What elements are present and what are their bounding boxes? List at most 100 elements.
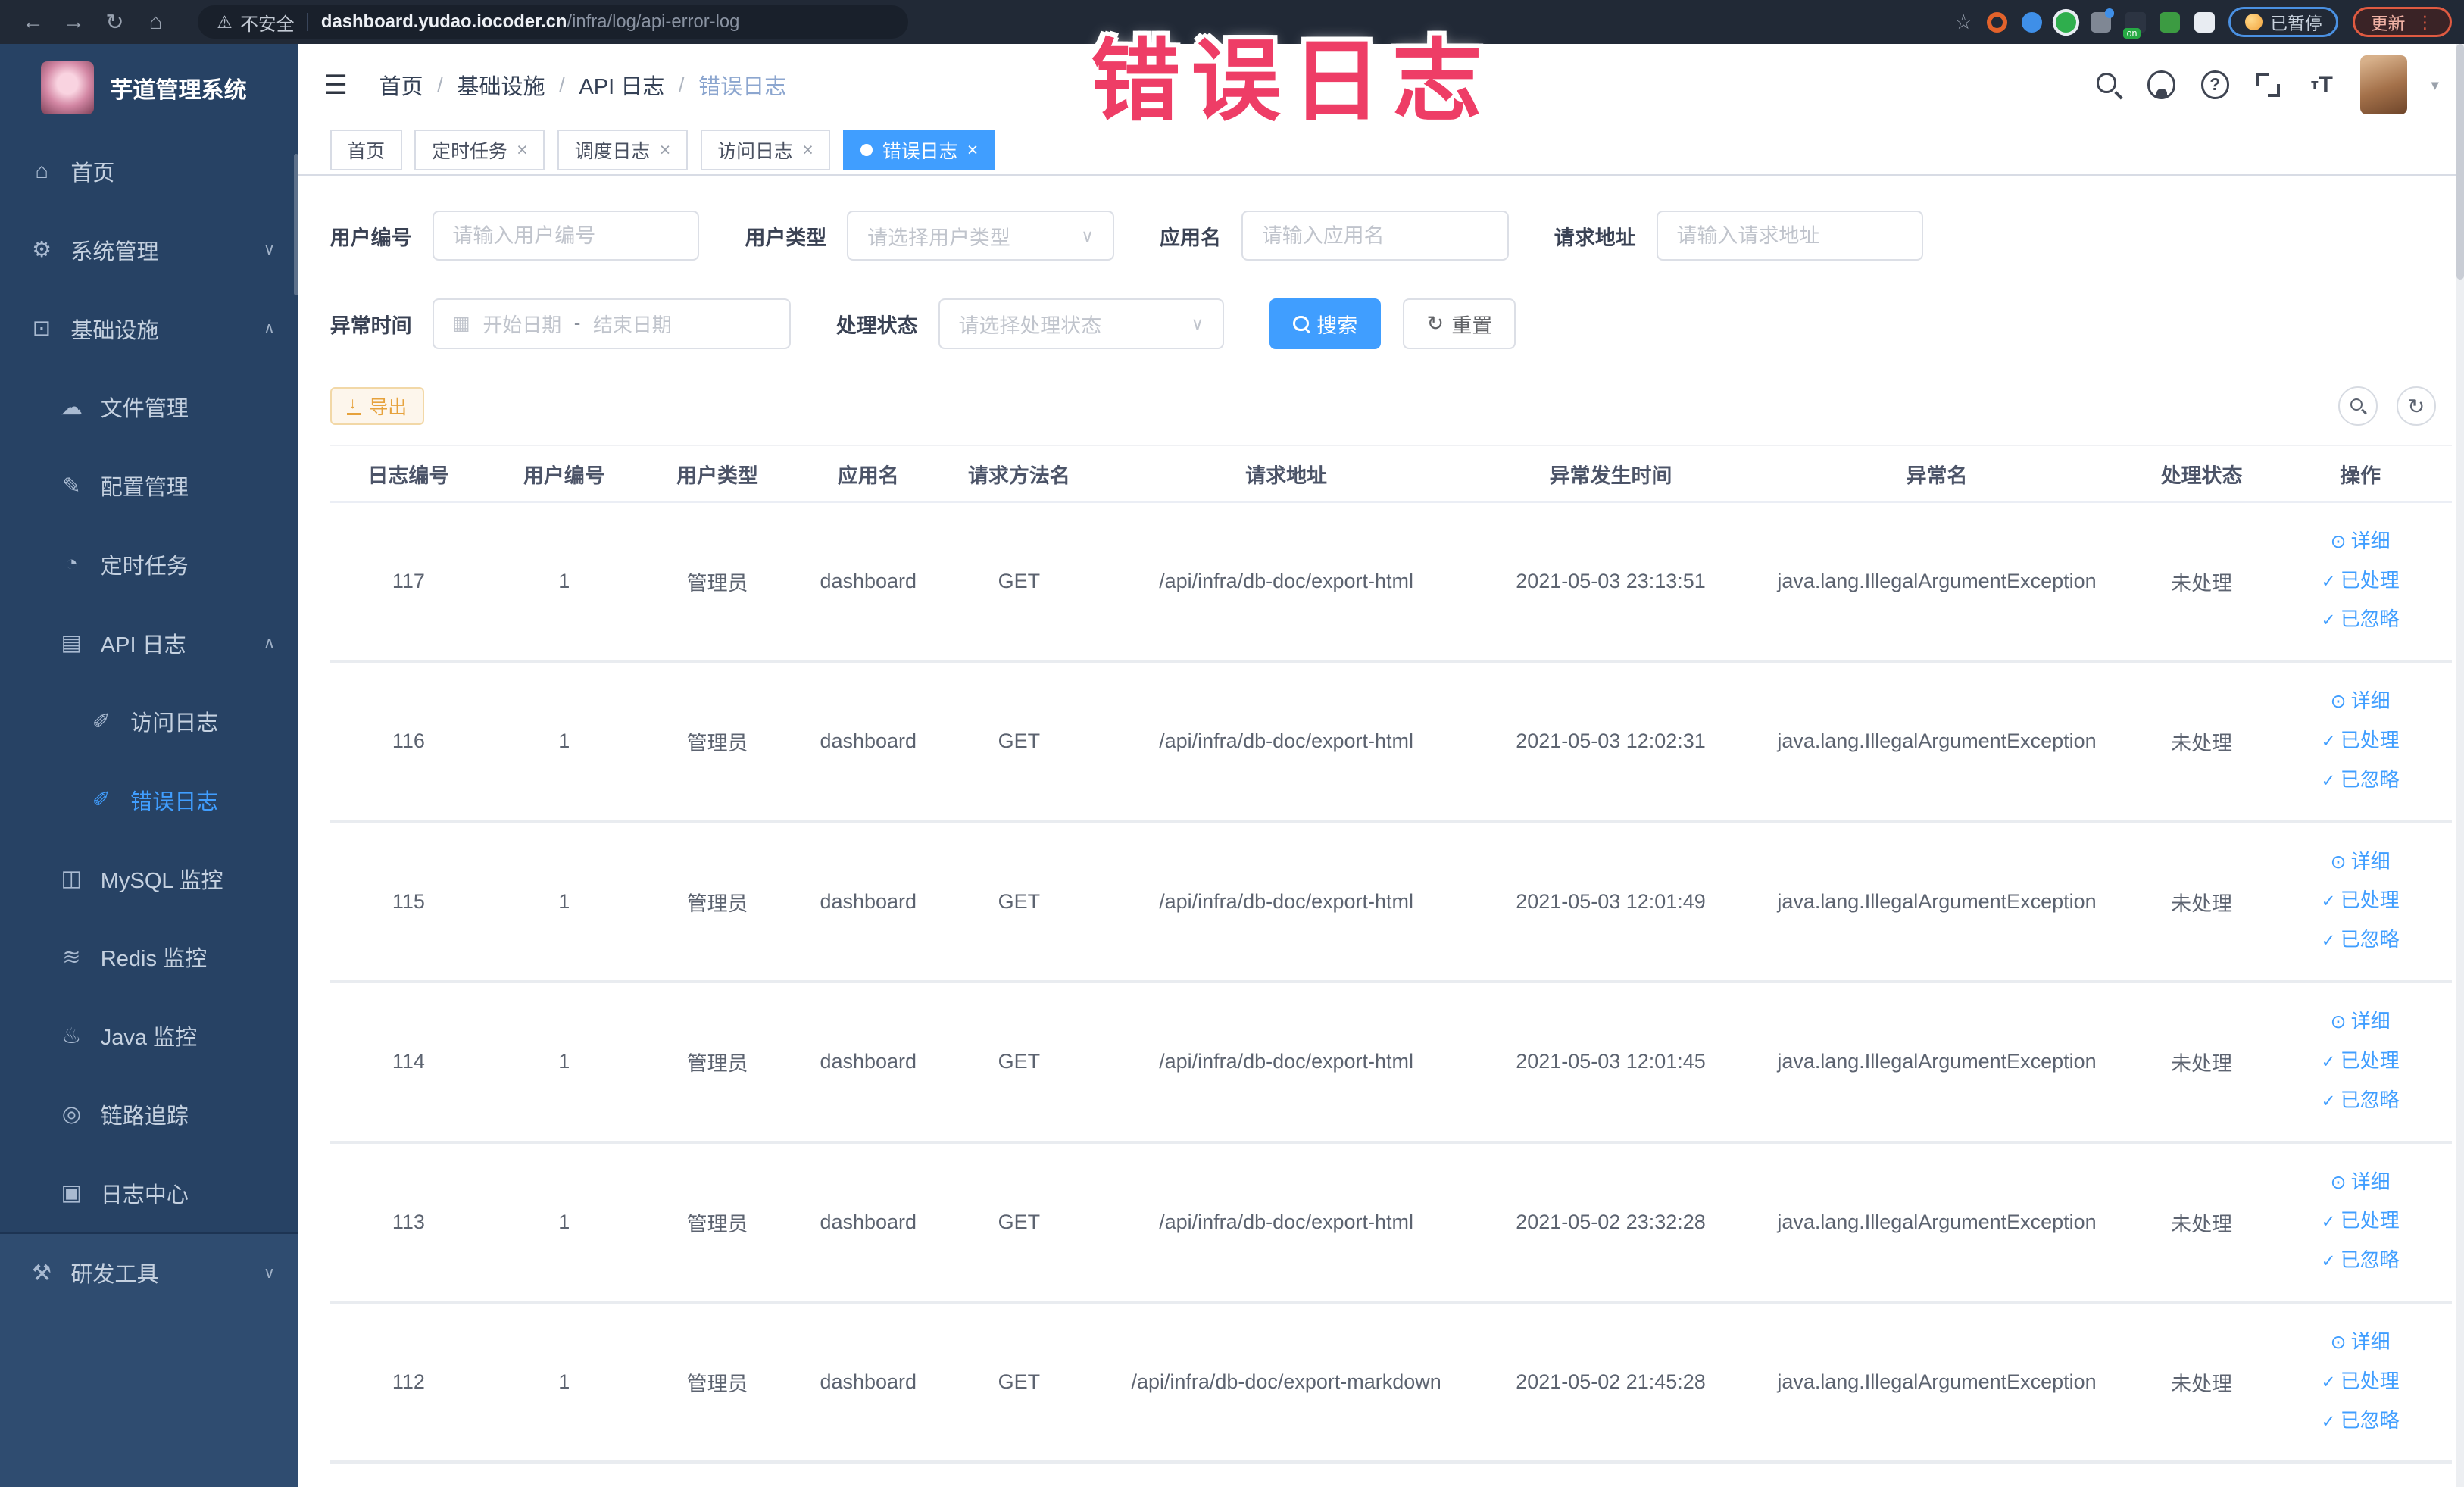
sidebar-item-java-monitor[interactable]: ♨ Java 监控 <box>0 996 298 1075</box>
sidebar-item-scheduled-tasks[interactable]: ◔ 定时任务 <box>0 525 298 604</box>
help-icon[interactable] <box>2200 70 2230 99</box>
op-已处理-link[interactable]: 已处理 <box>2322 1204 2400 1239</box>
toggle-search-button[interactable] <box>2338 386 2378 426</box>
sidebar-item-system-management[interactable]: ⚙ 系统管理 ∨ <box>0 211 298 289</box>
op-已忽略-link[interactable]: 已忽略 <box>2322 1084 2400 1119</box>
op-已忽略-link[interactable]: 已忽略 <box>2322 923 2400 958</box>
cell-time: 2021-05-02 23:32:28 <box>1516 1210 1706 1233</box>
page-content: 用户编号 用户类型 请选择用户类型 ∨ 应用名 请求地址 <box>298 176 2464 1464</box>
sidebar-item-log-center[interactable]: ▣ 日志中心 <box>0 1154 298 1232</box>
op-详细-link[interactable]: 详细 <box>2331 1326 2391 1360</box>
window-scrollbar[interactable] <box>2456 44 2464 1487</box>
update-label: 更新 <box>2370 13 2406 33</box>
op-已处理-link[interactable]: 已处理 <box>2322 724 2400 759</box>
exception-time-range-picker[interactable]: ▦ 开始日期 - 结束日期 <box>432 298 791 349</box>
close-icon[interactable]: × <box>660 139 671 161</box>
cell-user_type: 管理员 <box>686 571 748 595</box>
fullscreen-icon[interactable] <box>2253 70 2283 99</box>
cell-exception: java.lang.IllegalArgumentException <box>1777 889 2097 913</box>
forward-icon[interactable]: → <box>54 10 95 35</box>
op-详细-link[interactable]: 详细 <box>2331 685 2391 720</box>
back-icon[interactable]: ← <box>13 10 54 35</box>
sidebar-item-infrastructure[interactable]: ⊡ 基础设施 ∧ <box>0 289 298 368</box>
sidebar-item-file-management[interactable]: ☁ 文件管理 <box>0 367 298 446</box>
op-已处理-link[interactable]: 已处理 <box>2322 564 2400 599</box>
tab-访问日志[interactable]: 访问日志 × <box>700 130 831 171</box>
sidebar-item-error-log[interactable]: ✐ 错误日志 <box>0 761 298 839</box>
tab-定时任务[interactable]: 定时任务 × <box>414 130 545 171</box>
extension-orange-icon[interactable] <box>1986 11 2007 33</box>
op-已忽略-link[interactable]: 已忽略 <box>2322 1404 2400 1439</box>
sidebar-item-label: 基础设施 <box>70 318 159 343</box>
search-button[interactable]: 搜索 <box>1269 298 1382 349</box>
breadcrumb-item[interactable]: 首页 <box>379 69 423 101</box>
collapse-menu-icon[interactable]: ☰ <box>323 70 348 101</box>
op-已忽略-link[interactable]: 已忽略 <box>2322 764 2400 798</box>
address-bar[interactable]: ⚠ 不安全 dashboard.yudao.iocoder.cn/infra/l… <box>198 5 909 39</box>
op-详细-link[interactable]: 详细 <box>2331 1005 2391 1040</box>
sidebar-item-home[interactable]: ⌂ 首页 <box>0 132 298 211</box>
breadcrumb-item[interactable]: API 日志 <box>579 69 664 101</box>
reset-button[interactable]: ↻ 重置 <box>1403 298 1516 349</box>
request-url-input[interactable] <box>1656 210 1924 261</box>
user-id-input[interactable] <box>432 210 700 261</box>
tab-首页[interactable]: 首页 <box>329 130 402 171</box>
extension-shield-icon[interactable] <box>2021 11 2042 33</box>
extension-grid-icon[interactable] <box>2090 8 2114 33</box>
filter-user-type: 用户类型 请选择用户类型 ∨ <box>745 210 1114 261</box>
op-详细-link[interactable]: 详细 <box>2331 525 2391 560</box>
update-button[interactable]: 更新 ⋮ <box>2353 7 2452 37</box>
cell-user_id: 1 <box>558 569 570 592</box>
github-icon[interactable] <box>2147 70 2176 99</box>
op-已忽略-link[interactable]: 已忽略 <box>2322 1244 2400 1279</box>
browser-menu-icon[interactable]: ⋮ <box>2416 12 2434 33</box>
op-详细-link[interactable]: 详细 <box>2331 845 2391 880</box>
sidebar-item-mysql-monitor[interactable]: ◫ MySQL 监控 <box>0 839 298 918</box>
extensions-puzzle-icon[interactable] <box>2194 11 2215 33</box>
sidebar-item-link-trace[interactable]: ◎ 链路追踪 <box>0 1075 298 1154</box>
op-已忽略-link[interactable]: 已忽略 <box>2322 603 2400 638</box>
reload-icon[interactable]: ↻ <box>94 9 135 36</box>
paused-pill[interactable]: 已暂停 <box>2228 7 2339 37</box>
search-icon[interactable] <box>2094 70 2123 99</box>
table-row: 115 1 管理员 dashboard GET/api/infra/db-doc/exp… <box>329 823 2452 984</box>
sidebar-item-redis-monitor[interactable]: ≋ Redis 监控 <box>0 918 298 997</box>
close-icon[interactable]: × <box>967 139 979 161</box>
cell-exception: java.lang.IllegalArgumentException <box>1777 1050 2097 1073</box>
sidebar-item-access-log[interactable]: ✐ 访问日志 <box>0 682 298 761</box>
font-size-icon[interactable]: тT <box>2307 70 2337 99</box>
tab-调度日志[interactable]: 调度日志 × <box>557 130 688 171</box>
sidebar-item-dev-tools[interactable]: ⚒ 研发工具 ∨ <box>0 1234 298 1313</box>
scrollbar-thumb[interactable] <box>2456 44 2464 280</box>
check-icon <box>2322 1365 2336 1400</box>
export-button[interactable]: 导出 <box>329 387 424 426</box>
process-status-select[interactable]: 请选择处理状态 ∨ <box>938 298 1225 349</box>
bookmark-star-icon[interactable]: ☆ <box>1954 11 1972 34</box>
close-icon[interactable]: × <box>517 139 528 161</box>
filter-exception-time: 异常时间 ▦ 开始日期 - 结束日期 <box>330 298 791 349</box>
app-logo-row[interactable]: 芋道管理系统 <box>0 44 298 132</box>
refresh-table-button[interactable]: ↻ <box>2396 386 2436 426</box>
op-已处理-link[interactable]: 已处理 <box>2322 884 2400 919</box>
op-已处理-link[interactable]: 已处理 <box>2322 1365 2400 1400</box>
cell-url: /api/infra/db-doc/export-html <box>1159 569 1413 592</box>
sidebar-item-config-management[interactable]: ✎ 配置管理 <box>0 446 298 525</box>
sidebar-item-label: 访问日志 <box>130 711 219 736</box>
tab-错误日志[interactable]: 错误日志 × <box>843 130 996 171</box>
check-icon <box>2322 884 2336 919</box>
op-已处理-link[interactable]: 已处理 <box>2322 1045 2400 1079</box>
sidebar-item-api-log[interactable]: ▤ API 日志 ∧ <box>0 604 298 683</box>
user-avatar[interactable] <box>2360 55 2408 115</box>
close-icon[interactable]: × <box>802 139 814 161</box>
user-type-select[interactable]: 请选择用户类型 ∨ <box>847 210 1114 261</box>
extension-leaf-icon[interactable] <box>2160 11 2181 33</box>
home-icon[interactable]: ⌂ <box>135 10 176 35</box>
breadcrumb-item[interactable]: 基础设施 <box>457 69 545 101</box>
app-name-input[interactable] <box>1241 210 1509 261</box>
column-header: 处理状态 <box>2160 464 2243 487</box>
op-详细-link[interactable]: 详细 <box>2331 1166 2391 1201</box>
user-menu-caret-icon[interactable]: ▾ <box>2431 76 2439 95</box>
extension-green-icon[interactable] <box>2056 11 2077 33</box>
extension-on-badge-icon[interactable] <box>2123 11 2146 39</box>
check-icon <box>2322 764 2336 798</box>
